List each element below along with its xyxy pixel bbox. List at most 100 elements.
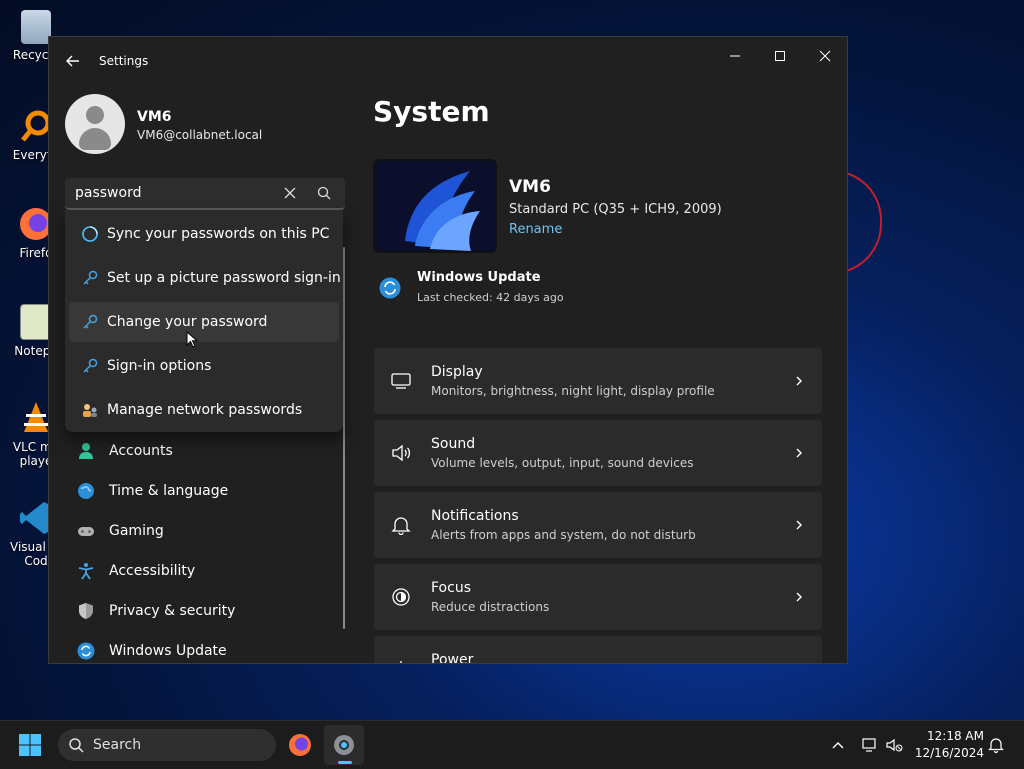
notification-bell-icon[interactable] — [986, 735, 1006, 755]
clock-time[interactable]: 12:18 AM — [924, 729, 984, 743]
card-notifications[interactable]: Notifications Alerts from apps and syste… — [374, 492, 822, 558]
sidebar-item-accounts[interactable]: Accounts — [65, 433, 343, 469]
sidebar-item-label: Accounts — [109, 443, 173, 459]
windows-bloom-wallpaper-icon — [375, 161, 495, 251]
title-bar[interactable]: Settings — [49, 37, 847, 83]
power-icon — [400, 661, 402, 663]
maximize-icon — [775, 51, 785, 61]
chevron-right-icon — [792, 659, 806, 664]
card-power[interactable]: Power — [374, 636, 822, 664]
card-title: Focus — [431, 580, 471, 596]
sidebar-scrollbar[interactable] — [343, 247, 345, 629]
speaker-icon — [392, 444, 411, 462]
sidebar-item-privacy-security[interactable]: Privacy & security — [65, 593, 343, 629]
clock-date[interactable]: 12/16/2024 — [910, 746, 984, 760]
sync-icon — [82, 226, 98, 242]
card-subtitle: Reduce distractions — [431, 600, 550, 614]
suggestion-label: Sign-in options — [107, 358, 212, 374]
globe-icon — [78, 483, 94, 499]
maximize-button[interactable] — [757, 43, 803, 73]
card-display[interactable]: Display Monitors, brightness, night ligh… — [374, 348, 822, 414]
avatar[interactable] — [65, 94, 125, 154]
sidebar-item-windows-update[interactable]: Windows Update — [65, 633, 343, 663]
minimize-button[interactable] — [712, 43, 758, 73]
sidebar-item-label: Privacy & security — [109, 603, 236, 619]
gamepad-icon — [78, 527, 94, 536]
active-app-indicator — [338, 761, 352, 764]
taskbar-search[interactable]: Search — [58, 729, 276, 761]
chevron-right-icon — [796, 592, 802, 602]
close-icon — [819, 50, 831, 62]
device-name: VM6 — [509, 177, 551, 197]
monitor-icon — [391, 373, 411, 389]
card-focus[interactable]: Focus Reduce distractions — [374, 564, 822, 630]
sidebar-item-label: Accessibility — [109, 563, 196, 579]
card-sound[interactable]: Sound Volume levels, output, input, soun… — [374, 420, 822, 486]
card-title: Power — [431, 652, 474, 664]
windows-logo-icon — [19, 734, 41, 756]
device-model: Standard PC (Q35 + ICH9, 2009) — [509, 202, 722, 217]
minimize-icon — [730, 55, 740, 57]
avatar-head — [86, 106, 104, 124]
suggestion-item[interactable]: Set up a picture password sign-in — [69, 258, 341, 298]
card-title: Display — [431, 364, 483, 380]
focus-icon — [392, 588, 410, 606]
close-button[interactable] — [802, 43, 847, 73]
chevron-right-icon — [796, 520, 802, 530]
settings-window: Settings VM6 VM6@collabnet.local Sync yo… — [48, 36, 848, 664]
mouse-cursor-icon — [186, 331, 198, 348]
network-users-icon — [83, 404, 97, 417]
suggestion-label: Set up a picture password sign-in — [107, 270, 341, 286]
card-subtitle: Monitors, brightness, night light, displ… — [431, 384, 715, 398]
suggestion-item[interactable]: Manage network passwords — [69, 390, 339, 430]
accessibility-icon — [78, 563, 94, 580]
taskbar: Search 12:18 AM 12/16/2024 — [0, 720, 1024, 769]
suggestion-label: Sync your passwords on this PC — [107, 226, 330, 242]
bell-icon — [391, 517, 411, 535]
suggestion-item[interactable]: Sync your passwords on this PC — [69, 214, 339, 254]
suggestion-item[interactable]: Change your password — [69, 302, 339, 342]
sidebar-item-time-language[interactable]: Time & language — [65, 473, 343, 509]
update-icon — [77, 642, 95, 660]
card-subtitle: Alerts from apps and system, do not dist… — [431, 528, 696, 542]
taskbar-settings[interactable] — [324, 725, 364, 765]
search-icon — [69, 738, 84, 753]
sidebar-item-label: Gaming — [109, 523, 164, 539]
user-email: VM6@collabnet.local — [137, 128, 263, 142]
firefox-icon — [289, 734, 311, 756]
sidebar-item-accessibility[interactable]: Accessibility — [65, 553, 343, 589]
user-name: VM6 — [137, 109, 172, 125]
sidebar-item-gaming[interactable]: Gaming — [65, 513, 343, 549]
key-icon — [83, 358, 98, 373]
start-button[interactable] — [18, 733, 42, 757]
chevron-right-icon — [796, 448, 802, 458]
search-icon — [317, 186, 331, 200]
update-icon — [379, 277, 401, 299]
page-title: System — [373, 95, 490, 128]
rename-link[interactable]: Rename — [509, 222, 562, 237]
window-title: Settings — [99, 54, 149, 68]
gear-icon — [334, 735, 354, 755]
shield-icon — [79, 603, 93, 619]
search-button[interactable] — [315, 184, 333, 202]
key-icon — [83, 314, 98, 329]
recycle-bin-icon — [21, 10, 51, 44]
search-suggestions: Sync your passwords on this PC Set up a … — [65, 210, 343, 432]
back-button[interactable] — [63, 51, 83, 71]
suggestion-item[interactable]: Sign-in options — [69, 346, 339, 386]
clear-search-button[interactable] — [281, 184, 299, 202]
chevron-right-icon — [796, 376, 802, 386]
windows-update-title[interactable]: Windows Update — [417, 270, 541, 285]
arrow-left-icon — [66, 55, 79, 67]
search-input[interactable] — [65, 178, 285, 208]
sidebar-item-label: Windows Update — [109, 643, 227, 659]
taskbar-firefox[interactable] — [280, 725, 320, 765]
accounts-icon — [79, 443, 93, 459]
device-thumbnail — [373, 159, 497, 253]
sidebar-item-label: Time & language — [109, 483, 229, 499]
chevron-up-icon[interactable] — [828, 735, 848, 755]
settings-search-box[interactable] — [65, 178, 345, 210]
network-icon[interactable] — [860, 735, 880, 755]
key-icon — [83, 270, 98, 285]
volume-muted-icon[interactable] — [884, 735, 904, 755]
